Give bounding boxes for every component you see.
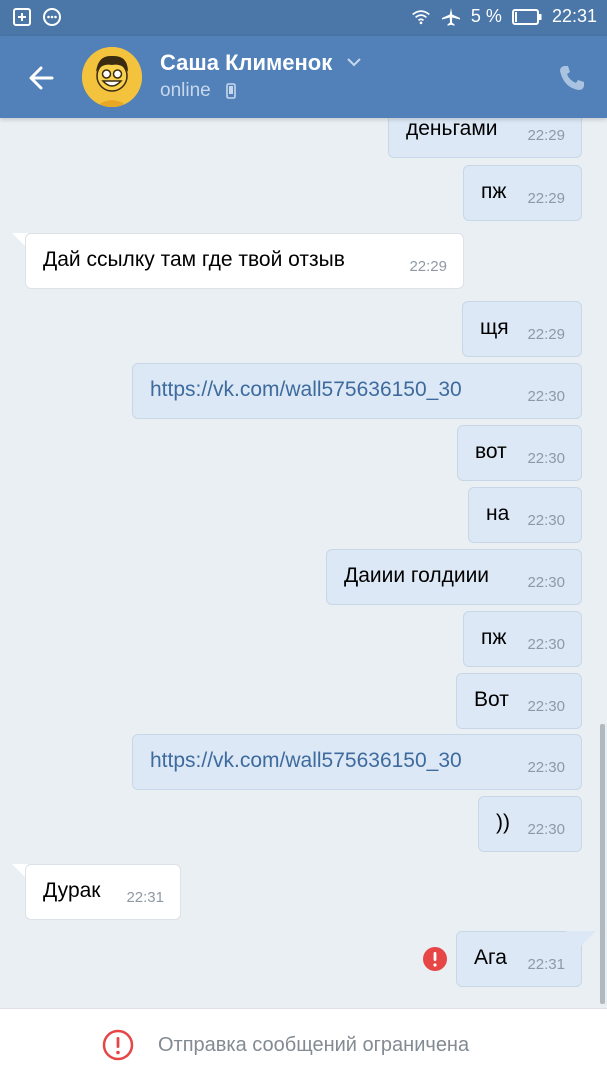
message-incoming[interactable]: Дай ссылку там где твой отзыв 22:29 bbox=[25, 233, 464, 289]
message-outgoing[interactable]: Вот 22:30 bbox=[456, 673, 582, 729]
message-link[interactable]: https://vk.com/wall575636150_30 bbox=[150, 749, 462, 773]
message-text: щя bbox=[480, 316, 509, 339]
message-time: 22:30 bbox=[527, 574, 565, 591]
message-text: на bbox=[486, 502, 510, 525]
wifi-icon bbox=[412, 9, 430, 24]
send-error-icon[interactable] bbox=[423, 947, 447, 971]
message-outgoing[interactable]: пж 22:30 bbox=[463, 611, 582, 667]
message-text: пж bbox=[481, 180, 507, 203]
message-text: Даиии голдиии bbox=[344, 564, 490, 587]
bubble-tail bbox=[566, 931, 596, 947]
message-outgoing[interactable]: Даиии голдиии 22:30 bbox=[326, 549, 582, 605]
message-outgoing[interactable]: деньгами 22:29 bbox=[388, 118, 582, 158]
message-time: 22:29 bbox=[527, 326, 565, 343]
message-text: деньгами bbox=[406, 118, 498, 140]
message-text: Дай ссылку там где твой отзыв bbox=[43, 248, 345, 271]
message-time: 22:30 bbox=[527, 512, 565, 529]
phone-call-icon[interactable] bbox=[556, 62, 588, 94]
chat-header: Саша Клименок online bbox=[0, 36, 607, 118]
avatar-cartoon-icon bbox=[82, 47, 142, 107]
status-right: 5 % 22:31 bbox=[411, 6, 597, 27]
back-arrow-icon[interactable] bbox=[22, 58, 62, 98]
message-time: 22:30 bbox=[527, 821, 565, 838]
message-time: 22:30 bbox=[527, 759, 565, 776]
message-incoming[interactable]: Дурак 22:31 bbox=[25, 864, 181, 920]
message-time: 22:29 bbox=[527, 190, 565, 207]
restriction-text: Отправка сообщений ограничена bbox=[158, 1034, 470, 1056]
mobile-device-icon bbox=[226, 83, 236, 99]
message-time: 22:30 bbox=[527, 450, 565, 467]
message-outgoing[interactable]: Ага 22:31 bbox=[456, 931, 582, 987]
chevron-down-icon[interactable] bbox=[346, 56, 362, 68]
message-outgoing[interactable]: пж 22:29 bbox=[463, 165, 582, 221]
battery-percent: 5 % bbox=[470, 6, 502, 26]
battery-icon bbox=[511, 8, 542, 25]
contact-status: online bbox=[160, 80, 211, 101]
scrollbar[interactable] bbox=[600, 724, 605, 1004]
error-circle-icon bbox=[102, 1029, 134, 1061]
message-time: 22:30 bbox=[527, 698, 565, 715]
message-outgoing[interactable]: вот 22:30 bbox=[457, 425, 582, 481]
message-outgoing[interactable]: )) 22:30 bbox=[478, 796, 582, 852]
add-box-icon bbox=[13, 8, 31, 26]
message-text: Дурак bbox=[43, 879, 101, 902]
message-outgoing[interactable]: на 22:30 bbox=[468, 487, 582, 543]
avatar[interactable] bbox=[82, 47, 142, 107]
message-time: 22:30 bbox=[527, 388, 565, 405]
restriction-banner: Отправка сообщений ограничена bbox=[0, 1008, 607, 1081]
message-time: 22:30 bbox=[527, 636, 565, 653]
message-text: Вот bbox=[474, 688, 509, 711]
contact-name[interactable]: Саша Клименок bbox=[160, 50, 332, 76]
airplane-icon bbox=[441, 7, 460, 26]
more-circle-icon bbox=[43, 8, 61, 26]
message-time: 22:29 bbox=[527, 127, 565, 144]
message-text: Ага bbox=[474, 946, 507, 969]
message-text: )) bbox=[496, 811, 510, 834]
message-time: 22:31 bbox=[126, 889, 164, 906]
message-outgoing[interactable]: щя 22:29 bbox=[462, 301, 582, 357]
status-bar: 5 % 22:31 bbox=[0, 0, 607, 36]
message-outgoing[interactable]: https://vk.com/wall575636150_30 22:30 bbox=[132, 734, 582, 790]
message-text: пж bbox=[481, 626, 507, 649]
message-list[interactable]: деньгами 22:29 пж 22:29 Дай ссылку там г… bbox=[0, 118, 607, 1008]
message-link[interactable]: https://vk.com/wall575636150_30 bbox=[150, 378, 462, 402]
message-time: 22:31 bbox=[527, 956, 565, 973]
status-left bbox=[12, 7, 62, 27]
message-text: вот bbox=[475, 440, 507, 463]
clock: 22:31 bbox=[551, 6, 597, 26]
message-outgoing[interactable]: https://vk.com/wall575636150_30 22:30 bbox=[132, 363, 582, 419]
message-time: 22:29 bbox=[409, 258, 447, 275]
